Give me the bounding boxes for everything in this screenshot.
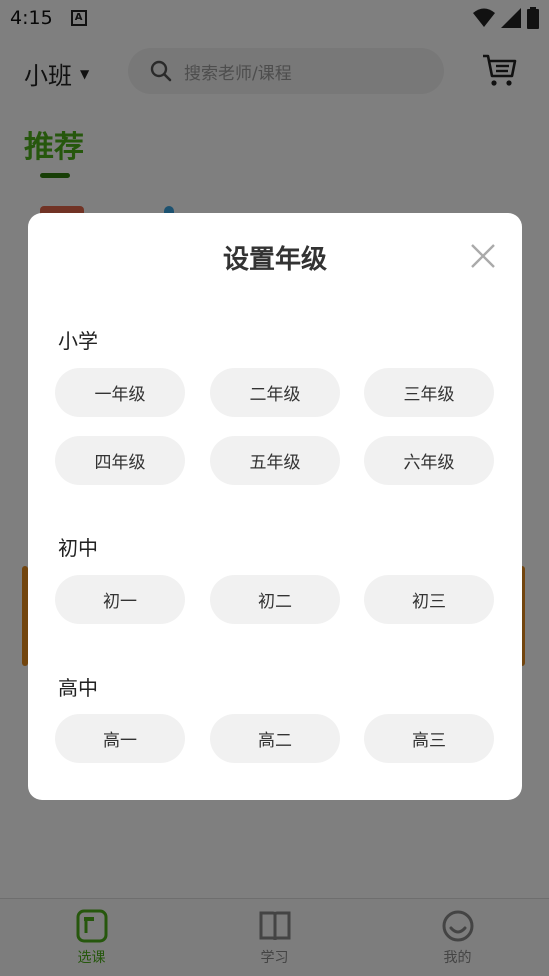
grade-button-senior-1[interactable]: 高一 (55, 714, 185, 763)
grade-button-3[interactable]: 三年级 (364, 368, 494, 417)
section-label-primary: 小学 (58, 329, 98, 353)
section-label-senior-high: 高中 (58, 676, 98, 700)
grade-button-senior-2[interactable]: 高二 (210, 714, 340, 763)
close-button[interactable] (470, 243, 496, 269)
grade-button-1[interactable]: 一年级 (55, 368, 185, 417)
grade-button-junior-2[interactable]: 初二 (210, 575, 340, 624)
grade-button-junior-1[interactable]: 初一 (55, 575, 185, 624)
dialog-title: 设置年级 (222, 245, 327, 275)
close-icon (471, 244, 495, 268)
grade-button-2[interactable]: 二年级 (210, 368, 340, 417)
grade-button-4[interactable]: 四年级 (55, 436, 185, 485)
grade-button-junior-3[interactable]: 初三 (364, 575, 494, 624)
grade-button-senior-3[interactable]: 高三 (364, 714, 494, 763)
grade-button-6[interactable]: 六年级 (364, 436, 494, 485)
section-label-junior-high: 初中 (58, 536, 98, 560)
grade-dialog: 设置年级 小学 一年级 二年级 三年级 四年级 五年级 六年级 初中 初一 初二… (28, 213, 522, 800)
grade-button-5[interactable]: 五年级 (210, 436, 340, 485)
